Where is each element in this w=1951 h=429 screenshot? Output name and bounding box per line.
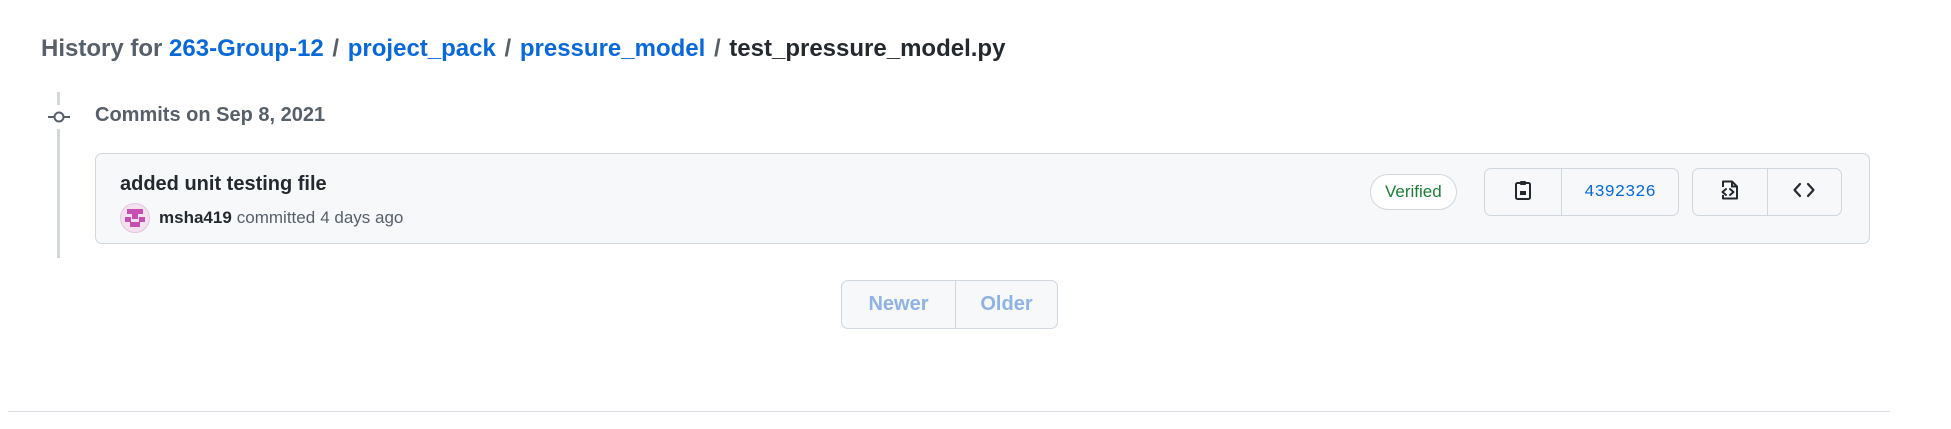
divider (8, 411, 1890, 412)
commit-title-link[interactable]: added unit testing file (120, 171, 327, 197)
commit-history-page: History for 263-Group-12 / project_pack … (0, 0, 1951, 429)
older-button[interactable]: Older (955, 281, 1057, 328)
commit-relative-time: 4 days ago (320, 208, 404, 227)
clipboard-icon (1514, 180, 1532, 205)
commits-date-heading: Commits on Sep 8, 2021 (95, 104, 326, 126)
breadcrumb-current-file: test_pressure_model.py (729, 35, 1006, 62)
avatar[interactable] (120, 203, 150, 233)
breadcrumb-project-pack-link[interactable]: project_pack (348, 35, 496, 62)
commit-meta: msha419 committed 4 days ago (120, 203, 403, 233)
browse-repo-at-commit-button[interactable] (1766, 169, 1842, 215)
view-file-at-commit-button[interactable] (1693, 169, 1767, 215)
verified-badge[interactable]: Verified (1370, 174, 1457, 210)
commit-sha-link[interactable]: 4392326 (1561, 169, 1678, 215)
commit-author-link[interactable]: msha419 (159, 208, 232, 228)
commit-list-item: added unit testing file msha419 committe… (95, 153, 1870, 244)
breadcrumb-pressure-model-link[interactable]: pressure_model (520, 35, 705, 62)
pagination: Newer Older (841, 280, 1058, 329)
file-code-icon (1719, 179, 1741, 206)
page-title: History for 263-Group-12 / project_pack … (41, 33, 1005, 65)
breadcrumb-separator: / (713, 35, 721, 62)
git-commit-icon (47, 105, 71, 129)
browse-button-group (1692, 168, 1842, 216)
copy-sha-button[interactable] (1485, 169, 1561, 215)
history-prefix: History for (41, 35, 163, 62)
commit-action: committed (236, 208, 316, 227)
breadcrumb-separator: / (504, 35, 512, 62)
code-icon (1793, 182, 1815, 203)
breadcrumb-repo-link[interactable]: 263-Group-12 (169, 35, 324, 62)
commit-sha-button-group: 4392326 (1484, 168, 1679, 216)
newer-button[interactable]: Newer (842, 281, 955, 328)
breadcrumb-separator: / (332, 35, 340, 62)
